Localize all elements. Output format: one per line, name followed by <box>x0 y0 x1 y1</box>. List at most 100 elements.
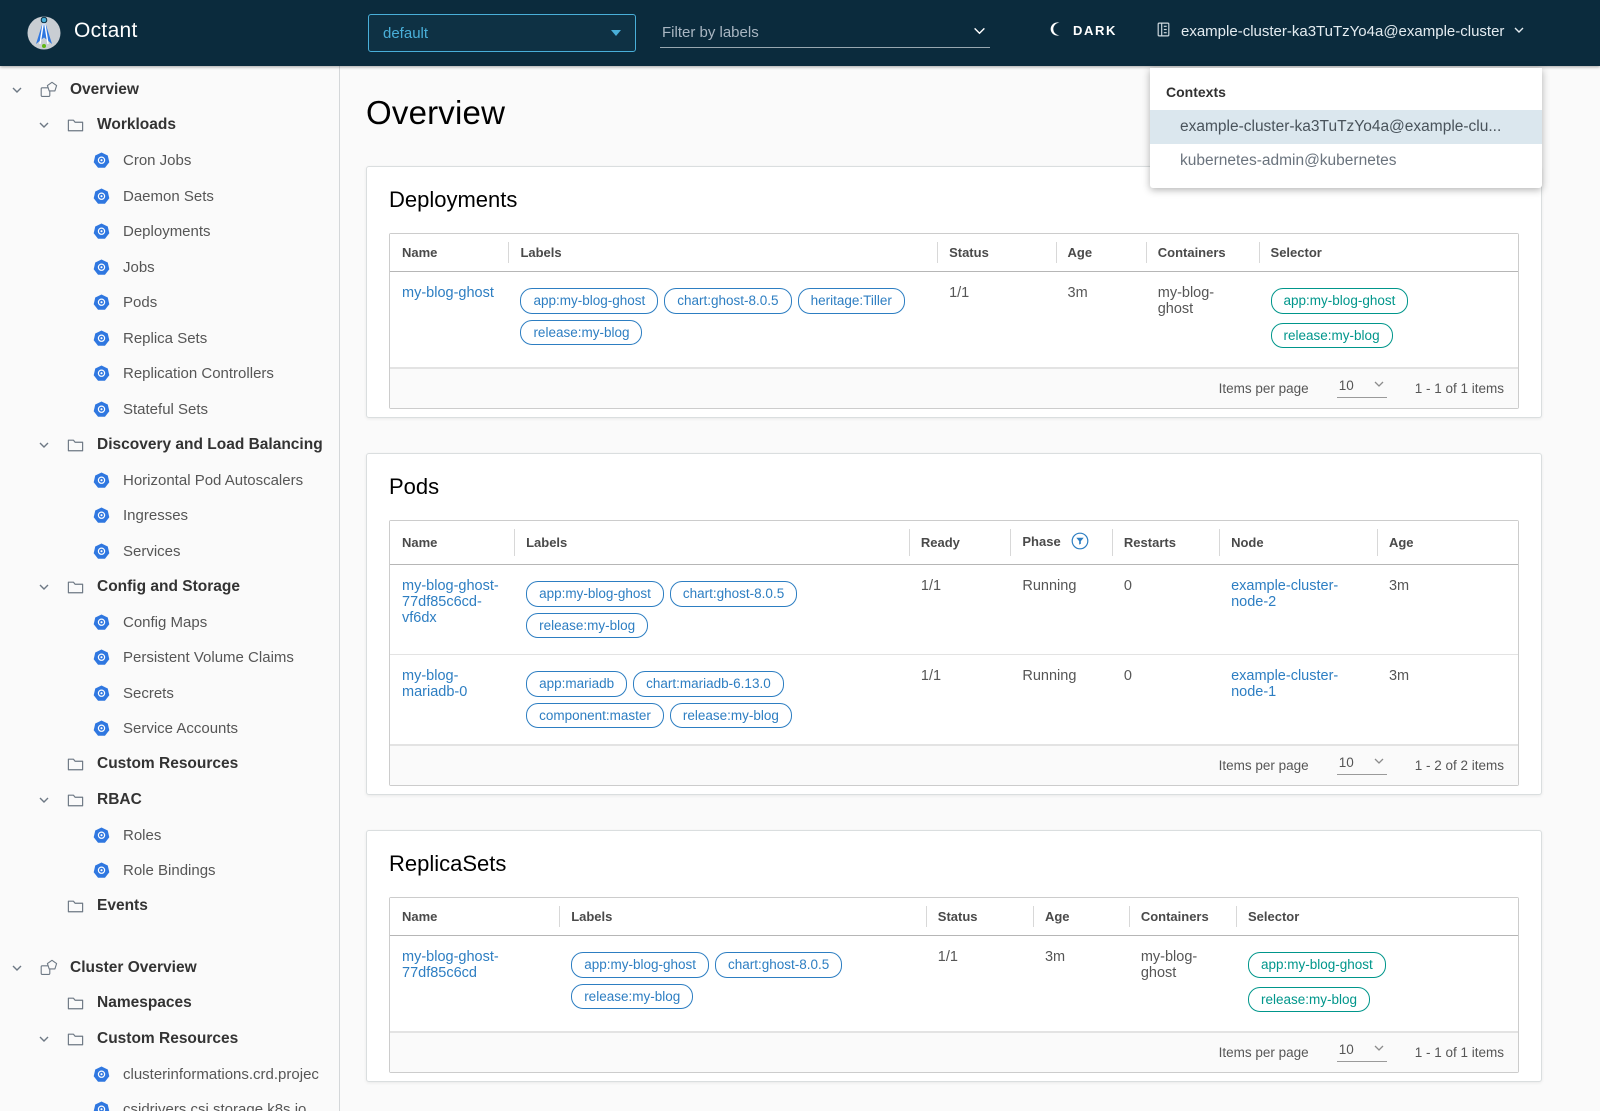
sidebar-item-cluster-overview[interactable]: Cluster Overview <box>0 950 339 986</box>
sidebar-item-services[interactable]: Services <box>0 534 339 570</box>
sidebar-item-secrets[interactable]: Secrets <box>0 676 339 712</box>
column-header-name: Name <box>390 521 515 566</box>
page-size-select[interactable]: 10 <box>1336 378 1387 399</box>
sidebar-item-deployments[interactable]: Deployments <box>0 214 339 250</box>
chevron-down-icon[interactable] <box>37 1032 53 1046</box>
column-header-labels: Labels <box>514 521 909 566</box>
items-per-page-label: Items per page <box>1218 380 1309 396</box>
sidebar-item-label: Ingresses <box>123 507 189 525</box>
sidebar-item-custom-resources[interactable]: Custom Resources <box>0 747 339 783</box>
service-accounts-icon <box>93 720 112 737</box>
context-item-kubernetes-admin-kubernetes[interactable]: kubernetes-admin@kubernetes <box>1150 144 1542 178</box>
persistent-volume-claims-icon <box>93 649 112 666</box>
sidebar-item-label: csidrivers.csi.storage.k8s.io <box>123 1101 307 1111</box>
label-pill: release:my-blog <box>520 319 643 346</box>
resource-link[interactable]: my-blog-ghost-77df85c6cd <box>402 949 499 981</box>
table-cell: my-blog-ghost <box>1145 271 1259 369</box>
sidebar-item-clusterinformations-crd-projec[interactable]: clusterinformations.crd.projec <box>0 1057 339 1093</box>
context-item-example-cluster-ka3tutzyo4a-example-clu[interactable]: example-cluster-ka3TuTzYo4a@example-clu.… <box>1150 110 1542 144</box>
column-header-label: Name <box>402 245 438 260</box>
sidebar-item-custom-resources[interactable]: Custom Resources <box>0 1021 339 1057</box>
resource-link[interactable]: example-cluster-node-2 <box>1231 578 1338 610</box>
sidebar-item-label: Config and Storage <box>97 577 240 595</box>
chevron-down-icon <box>1373 1042 1385 1057</box>
page-size-select[interactable]: 10 <box>1336 755 1387 776</box>
moon-icon <box>1048 21 1064 40</box>
column-header-age: Age <box>1055 234 1146 272</box>
cron-jobs-icon <box>93 152 112 169</box>
sidebar-item-replica-sets[interactable]: Replica Sets <box>0 321 339 357</box>
sidebar-item-label: Overview <box>70 80 139 98</box>
table-cell: 1/1 <box>908 564 1011 656</box>
sidebar-item-stateful-sets[interactable]: Stateful Sets <box>0 392 339 428</box>
filter-icon[interactable] <box>1071 532 1089 553</box>
sidebar-item-namespaces[interactable]: Namespaces <box>0 986 339 1022</box>
sidebar: Overview Workloads Cron Jobs Daemon Sets Dep… <box>0 66 340 1111</box>
sidebar-item-jobs[interactable]: Jobs <box>0 250 339 286</box>
column-header-label: Labels <box>526 535 568 551</box>
chevron-down-icon[interactable] <box>37 438 53 452</box>
page-size-value: 10 <box>1338 1042 1354 1058</box>
page-size-value: 10 <box>1338 755 1354 771</box>
namespace-select[interactable]: default <box>368 14 636 52</box>
resource-link[interactable]: my-blog-mariadb-0 <box>402 668 467 700</box>
label-filter-input[interactable]: Filter by labels <box>660 20 990 48</box>
clusterinformations-crd-projec-icon <box>93 1066 112 1083</box>
column-header-label: Labels <box>520 245 562 260</box>
table-cell: app:mariadb chart:mariadb-6.13.0 component… <box>514 654 909 746</box>
sidebar-item-service-accounts[interactable]: Service Accounts <box>0 711 339 747</box>
sidebar-item-cron-jobs[interactable]: Cron Jobs <box>0 143 339 179</box>
sidebar-item-pods[interactable]: Pods <box>0 285 339 321</box>
chevron-down-icon[interactable] <box>37 793 53 807</box>
chevron-down-icon[interactable] <box>37 580 53 594</box>
sidebar-item-ingresses[interactable]: Ingresses <box>0 498 339 534</box>
chevron-down-icon[interactable] <box>10 961 26 975</box>
label-pill: release:my-blog <box>526 612 649 639</box>
chevron-down-icon[interactable] <box>37 118 53 132</box>
sidebar-item-overview[interactable]: Overview <box>0 72 339 108</box>
roles-icon <box>93 827 112 844</box>
folder-icon <box>67 437 86 453</box>
sidebar-item-label: Cluster Overview <box>70 958 197 976</box>
resource-link[interactable]: my-blog-ghost-77df85c6cd-vf6dx <box>402 578 499 626</box>
column-header-label: Age <box>1044 909 1070 925</box>
sidebar-item-roles[interactable]: Roles <box>0 818 339 854</box>
resource-link[interactable]: example-cluster-node-1 <box>1231 668 1338 700</box>
folder-icon <box>67 756 86 772</box>
data-table: Name Labels Status Age Containers Selector my-… <box>390 898 1518 1033</box>
context-switcher[interactable]: example-cluster-ka3TuTzYo4a@example-clus… <box>1155 21 1525 42</box>
column-header-status: Status <box>937 234 1056 272</box>
page-size-select[interactable]: 10 <box>1336 1042 1387 1063</box>
column-header-label: Name <box>402 909 438 925</box>
sidebar-item-config-and-storage[interactable]: Config and Storage <box>0 569 339 605</box>
label-pill: app:my-blog-ghost <box>526 581 664 607</box>
table-cell: Running <box>1010 564 1112 656</box>
sidebar-item-horizontal-pod-autoscalers[interactable]: Horizontal Pod Autoscalers <box>0 463 339 499</box>
selector-row: release:my-blog <box>1270 320 1506 352</box>
sidebar-item-persistent-volume-claims[interactable]: Persistent Volume Claims <box>0 640 339 676</box>
objects-icon <box>40 959 59 976</box>
sidebar-item-label: RBAC <box>97 790 142 808</box>
sidebar-item-discovery-and-load-balancing[interactable]: Discovery and Load Balancing <box>0 427 339 463</box>
table-cell: 3m <box>1055 271 1146 369</box>
cell-text: 3m <box>1044 949 1066 966</box>
sidebar-item-events[interactable]: Events <box>0 889 339 925</box>
column-header-restarts: Restarts <box>1111 521 1220 566</box>
sidebar-item-label: Replica Sets <box>123 329 208 347</box>
pagination-range: 1 - 1 of 1 items <box>1414 380 1504 396</box>
sidebar-item-rbac[interactable]: RBAC <box>0 782 339 818</box>
cell-text: 3m <box>1388 668 1410 685</box>
sidebar-item-label: Workloads <box>97 116 176 134</box>
sidebar-item-role-bindings[interactable]: Role Bindings <box>0 853 339 889</box>
sidebar-item-workloads[interactable]: Workloads <box>0 108 339 144</box>
theme-toggle-label: DARK <box>1073 23 1117 38</box>
sidebar-item-config-maps[interactable]: Config Maps <box>0 605 339 641</box>
chevron-down-icon[interactable] <box>10 83 26 97</box>
sidebar-item-csidrivers-csi-storage-k8s-io[interactable]: csidrivers.csi.storage.k8s.io <box>0 1092 339 1111</box>
resource-link[interactable]: my-blog-ghost <box>402 285 494 301</box>
secrets-icon <box>93 685 112 702</box>
sidebar-item-daemon-sets[interactable]: Daemon Sets <box>0 179 339 215</box>
sidebar-item-replication-controllers[interactable]: Replication Controllers <box>0 356 339 392</box>
column-header-label: Containers <box>1140 909 1209 925</box>
theme-toggle[interactable]: DARK <box>1048 21 1117 40</box>
